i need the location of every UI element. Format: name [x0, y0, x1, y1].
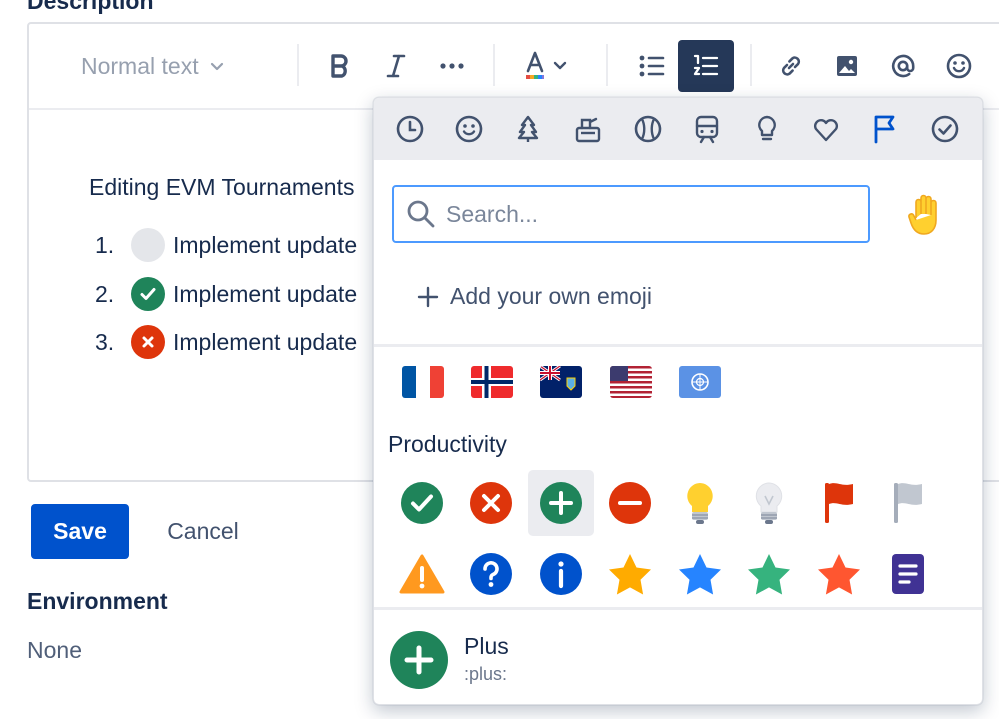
train-icon[interactable] [691, 113, 723, 145]
tree-icon[interactable] [512, 113, 544, 145]
cross-mark-icon[interactable] [131, 325, 165, 359]
preview-emoji-name: Plus [464, 633, 509, 659]
emoji-search[interactable] [392, 185, 870, 243]
question-icon[interactable] [458, 541, 524, 607]
info-icon[interactable] [528, 541, 594, 607]
light-bulb-on-icon[interactable] [667, 470, 733, 536]
toolbar-divider [297, 44, 299, 86]
editor-note-icon[interactable] [875, 541, 941, 607]
emoji-search-input[interactable] [446, 200, 826, 228]
emoji-picker: Add your own emoji Productivity [373, 97, 983, 705]
red-star-icon[interactable] [806, 541, 872, 607]
check-circle-icon[interactable] [929, 113, 961, 145]
cross-mark-icon[interactable] [458, 470, 524, 536]
environment-heading: Environment [27, 588, 168, 614]
picker-divider [374, 607, 982, 610]
tristan-da-cunha-flag-icon[interactable] [540, 366, 582, 398]
united-states-flag-icon[interactable] [610, 366, 652, 398]
editor-paragraph: Editing EVM Tournaments [89, 174, 355, 200]
bold-button[interactable] [317, 40, 363, 92]
mention-button[interactable] [879, 40, 927, 92]
preview-emoji-shortcode: :plus: [464, 664, 508, 684]
clock-icon[interactable] [394, 113, 426, 145]
toolbar-divider [493, 44, 495, 86]
list-item: 2. Implement update [95, 277, 357, 311]
red-flag-icon[interactable] [806, 470, 872, 536]
france-flag-icon[interactable] [402, 366, 444, 398]
text-style-dropdown[interactable]: Normal text [69, 40, 259, 92]
grey-flag-icon[interactable] [875, 470, 941, 536]
minus-emoji-icon[interactable] [597, 470, 663, 536]
list-item-number: 1. [95, 231, 115, 258]
cancel-button[interactable]: Cancel [148, 504, 258, 559]
light-bulb-off-icon[interactable] [736, 470, 802, 536]
bullet-list-icon [639, 55, 665, 77]
bullet-list-button[interactable] [624, 40, 680, 92]
save-button[interactable]: Save [31, 504, 129, 559]
yellow-star-icon[interactable] [597, 541, 663, 607]
emoji-icon [946, 53, 972, 79]
light-bulb-icon[interactable] [751, 113, 783, 145]
norway-flag-icon[interactable] [471, 366, 513, 398]
link-icon [781, 56, 801, 76]
food-icon[interactable] [572, 113, 604, 145]
raised-hand-icon [908, 194, 937, 235]
united-nations-flag-icon[interactable] [679, 366, 721, 398]
plus-emoji-icon[interactable] [528, 470, 594, 536]
smiley-icon[interactable] [453, 113, 485, 145]
productivity-category-label: Productivity [388, 431, 507, 457]
flag-icon[interactable] [869, 113, 901, 145]
check-mark-icon[interactable] [131, 277, 165, 311]
emoji-button[interactable] [935, 40, 983, 92]
insert-image-button[interactable] [823, 40, 871, 92]
list-item-text: Implement update [173, 231, 358, 258]
environment-value: None [27, 637, 82, 663]
baseball-icon[interactable] [632, 113, 664, 145]
more-icon [440, 63, 464, 69]
list-item: 3. Implement update [95, 325, 357, 359]
status-empty-icon[interactable] [131, 228, 165, 262]
more-formatting-button[interactable] [429, 40, 475, 92]
text-color-icon [526, 51, 567, 79]
text-style-label: Normal text [81, 52, 199, 79]
chevron-down-icon [209, 58, 225, 74]
green-star-icon[interactable] [736, 541, 802, 607]
plus-icon [417, 286, 439, 307]
preview-plus-icon [390, 631, 448, 689]
picker-divider [374, 344, 982, 347]
image-icon [837, 56, 857, 76]
skin-tone-selector[interactable] [904, 194, 948, 238]
list-item-number: 3. [95, 328, 115, 355]
check-mark-icon[interactable] [389, 470, 455, 536]
add-own-emoji-label: Add your own emoji [450, 283, 652, 309]
mention-icon [891, 54, 915, 78]
heart-icon[interactable] [810, 113, 842, 145]
description-heading: Description [27, 0, 154, 14]
bold-icon [331, 54, 348, 78]
numbered-list-icon [693, 54, 719, 76]
search-icon [407, 200, 435, 228]
italic-icon [386, 54, 406, 78]
insert-link-button[interactable] [767, 40, 815, 92]
warning-icon[interactable] [389, 541, 455, 607]
list-item-number: 2. [95, 280, 115, 307]
text-color-button[interactable] [513, 40, 581, 92]
italic-button[interactable] [373, 40, 419, 92]
list-item: 1. Implement update [95, 228, 357, 262]
add-own-emoji-button[interactable]: Add your own emoji [416, 283, 652, 310]
emoji-category-bar [374, 98, 982, 160]
numbered-list-button[interactable] [678, 40, 734, 92]
toolbar-divider [750, 44, 752, 86]
blue-star-icon[interactable] [667, 541, 733, 607]
toolbar-divider [606, 44, 608, 86]
list-item-text: Implement update [173, 328, 358, 355]
list-item-text: Implement update [173, 280, 358, 307]
